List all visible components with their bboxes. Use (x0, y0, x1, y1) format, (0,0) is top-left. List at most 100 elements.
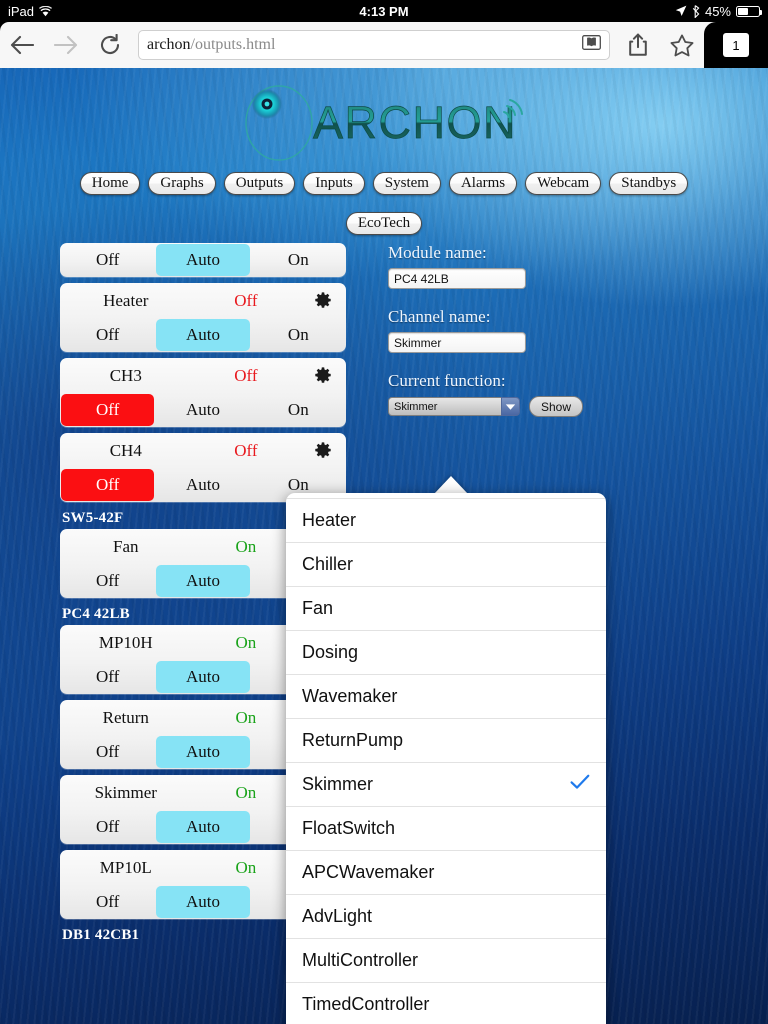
channel-state: On (235, 857, 257, 877)
web-page-content: ARCHON Home Graphs Outputs Inputs System Alar… (0, 68, 768, 1024)
channel-name-field[interactable]: Skimmer (388, 332, 526, 353)
function-option-advlight[interactable]: AdvLight (286, 894, 606, 938)
mode-button-off[interactable]: Off (61, 394, 155, 426)
output-channel-card[interactable]: CH3 Off Off Auto On (60, 358, 346, 427)
nav-button-inputs[interactable]: Inputs (303, 172, 365, 195)
popover-arrow (434, 476, 468, 494)
output-channel-card[interactable]: Off Auto On (60, 243, 346, 277)
function-option-wavemaker[interactable]: Wavemaker (286, 674, 606, 718)
function-option-fan[interactable]: Fan (286, 586, 606, 630)
function-option-chiller[interactable]: Chiller (286, 542, 606, 586)
nav-button-home[interactable]: Home (79, 172, 141, 195)
channel-name: MP10L (99, 857, 152, 877)
show-button[interactable]: Show (529, 396, 584, 417)
function-option-label: Chiller (302, 554, 354, 574)
function-option-floatswitch[interactable]: FloatSwitch (286, 806, 606, 850)
function-dropdown-popover[interactable]: Heater Chiller Fan Dosing Wavemaker ReturnPum… (286, 493, 606, 1024)
mode-button-auto[interactable]: Auto (156, 565, 250, 597)
url-host: archon (147, 36, 191, 53)
mode-button-off[interactable]: Off (61, 469, 155, 501)
mode-button-auto[interactable]: Auto (156, 886, 250, 918)
function-option-label: TimedController (302, 994, 430, 1014)
function-option-multicontroller[interactable]: MultiController (286, 938, 606, 982)
mode-button-off[interactable]: Off (61, 244, 154, 276)
ipad-screen: iPad 4:13 PM 45% archon /outputs.html 1 … (0, 0, 768, 1024)
mode-button-on[interactable]: On (252, 244, 345, 276)
function-option-label: MultiController (302, 950, 419, 970)
mode-button-off[interactable]: Off (61, 736, 154, 768)
mode-button-off[interactable]: Off (61, 811, 154, 843)
mode-button-auto[interactable]: Auto (156, 469, 249, 501)
channel-state: On (235, 632, 257, 652)
function-option-label: Wavemaker (302, 686, 398, 706)
mode-button-auto[interactable]: Auto (156, 394, 249, 426)
mode-selector: OffAutoOn (60, 243, 346, 277)
channel-state: On (235, 536, 257, 556)
mode-button-off[interactable]: Off (61, 319, 154, 351)
url-path: /outputs.html (190, 36, 276, 53)
current-function-value: Skimmer (388, 397, 502, 416)
function-option-returnpump[interactable]: ReturnPump (286, 718, 606, 762)
function-option-label: Dosing (302, 642, 359, 662)
mode-button-on[interactable]: On (252, 394, 345, 426)
mode-button-auto[interactable]: Auto (156, 319, 250, 351)
channel-header: Heater Off (60, 283, 346, 318)
current-function-select[interactable]: Skimmer (388, 397, 520, 416)
battery-icon (736, 5, 762, 17)
nav-button-graphs[interactable]: Graphs (148, 172, 216, 195)
main-nav: Home Graphs Outputs Inputs System Alarms Webca… (0, 172, 768, 195)
nav-button-standbys[interactable]: Standbys (609, 172, 689, 195)
location-arrow-icon (675, 5, 687, 17)
mode-button-on[interactable]: On (252, 319, 345, 351)
archon-logo: ARCHON (239, 84, 529, 162)
reload-icon[interactable] (88, 23, 132, 67)
address-bar[interactable]: archon /outputs.html (138, 30, 610, 60)
current-function-row: Skimmer Show (388, 396, 688, 417)
function-option-timedcontroller[interactable]: TimedController (286, 982, 606, 1024)
nav-button-ecotech[interactable]: EcoTech (345, 212, 423, 235)
mode-button-off[interactable]: Off (61, 661, 154, 693)
function-option-dosing[interactable]: Dosing (286, 630, 606, 674)
output-channel-card[interactable]: Heater Off Off Auto On (60, 283, 346, 352)
current-function-label: Current function: (388, 371, 506, 390)
channel-name: Return (102, 707, 149, 727)
gear-icon[interactable] (300, 441, 346, 460)
mode-button-off[interactable]: Off (61, 565, 154, 597)
tab-count-label: 1 (723, 33, 749, 57)
mode-button-auto[interactable]: Auto (156, 736, 250, 768)
module-name-field[interactable]: PC4 42LB (388, 268, 526, 289)
star-icon[interactable] (660, 23, 704, 67)
channel-name: Skimmer (94, 782, 157, 802)
forward-arrow-icon[interactable] (44, 23, 88, 67)
nav-button-outputs[interactable]: Outputs (223, 172, 296, 195)
mode-button-auto[interactable]: Auto (156, 244, 250, 276)
share-icon[interactable] (616, 23, 660, 67)
output-channel-card[interactable]: CH4 Off Off Auto On (60, 433, 346, 502)
nav-button-webcam[interactable]: Webcam (525, 172, 602, 195)
channel-name: Heater (103, 290, 149, 310)
function-option-skimmer[interactable]: Skimmer (286, 762, 606, 806)
svg-text:ARCHON: ARCHON (313, 97, 517, 148)
checkmark-icon (570, 773, 590, 796)
nav-button-system[interactable]: System (372, 172, 441, 195)
function-option-heater[interactable]: Heater (286, 498, 606, 542)
mode-button-auto[interactable]: Auto (156, 811, 250, 843)
secondary-nav: EcoTech (0, 212, 768, 235)
mode-button-off[interactable]: Off (61, 886, 154, 918)
function-option-label: Fan (302, 598, 334, 618)
mode-button-auto[interactable]: Auto (156, 661, 250, 693)
tab-switcher-button[interactable]: 1 (704, 22, 768, 68)
channel-state: Off (234, 290, 258, 310)
nav-button-alarms[interactable]: Alarms (448, 172, 518, 195)
mode-selector: OffAutoOn (60, 393, 346, 427)
function-option-label: ReturnPump (302, 730, 404, 750)
function-option-label: Skimmer (302, 774, 373, 794)
gear-icon[interactable] (300, 291, 346, 310)
function-option-apcwavemaker[interactable]: APCWavemaker (286, 850, 606, 894)
back-arrow-icon[interactable] (0, 23, 44, 67)
reader-view-icon[interactable] (582, 35, 601, 55)
channel-header: CH4 Off (60, 433, 346, 468)
channel-name: CH4 (109, 440, 142, 460)
bluetooth-icon (692, 4, 700, 18)
gear-icon[interactable] (300, 366, 346, 385)
